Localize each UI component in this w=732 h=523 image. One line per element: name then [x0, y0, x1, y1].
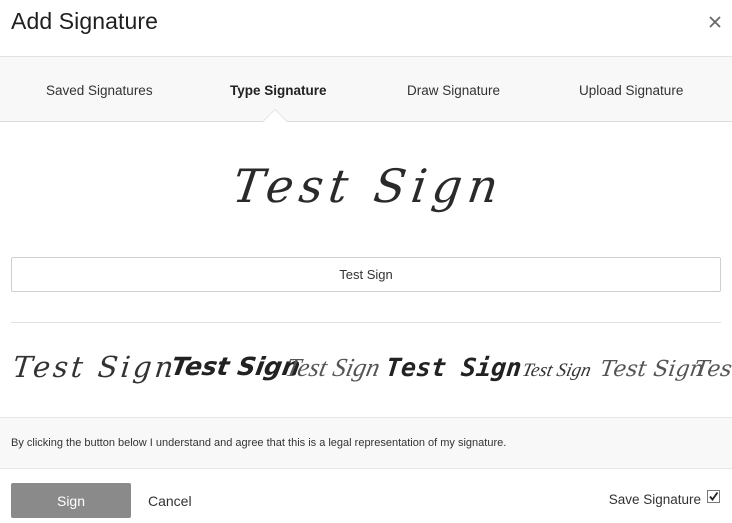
save-signature-label: Save Signature — [608, 492, 701, 507]
signature-text-field-wrap — [11, 257, 721, 292]
sign-button[interactable]: Sign — [11, 483, 131, 518]
style-option-3[interactable]: Test Sign — [283, 353, 383, 382]
tab-type-signature[interactable]: Type Signature — [230, 83, 327, 98]
signature-tabs: Saved Signatures Type Signature Draw Sig… — [0, 57, 732, 122]
save-signature-checkbox[interactable] — [707, 490, 720, 503]
checkmark-icon — [709, 491, 719, 501]
divider — [11, 322, 721, 323]
style-option-1[interactable]: Test Sign — [11, 350, 178, 384]
save-signature-option: Save Signature — [608, 490, 720, 507]
signature-text-input[interactable] — [12, 258, 720, 291]
style-option-2[interactable]: Test Sign — [169, 352, 303, 381]
cancel-button[interactable]: Cancel — [148, 493, 192, 509]
disclaimer-band: By clicking the button below I understan… — [0, 417, 732, 469]
style-option-7[interactable]: Tes — [693, 356, 732, 382]
close-icon[interactable] — [706, 13, 724, 31]
style-option-5[interactable]: Test Sign — [520, 360, 593, 381]
dialog-header: Add Signature — [0, 0, 732, 57]
style-option-4[interactable]: Test Sign — [385, 353, 523, 382]
tab-saved-signatures[interactable]: Saved Signatures — [46, 83, 153, 98]
style-option-6[interactable]: Test Sign — [599, 356, 706, 382]
dialog-title: Add Signature — [11, 8, 159, 34]
signature-style-options: Test Sign Test Sign Test Sign Test Sign … — [11, 350, 732, 384]
dialog-footer: Sign Cancel Save Signature — [0, 468, 732, 523]
tab-draw-signature[interactable]: Draw Signature — [407, 83, 500, 98]
tab-upload-signature[interactable]: Upload Signature — [579, 83, 683, 98]
add-signature-dialog: Add Signature Saved Signatures Type Sign… — [0, 0, 732, 523]
signature-preview-text: Test Sign — [230, 159, 508, 213]
active-tab-caret — [263, 110, 287, 122]
signature-preview: Test Sign — [230, 159, 508, 213]
legal-disclaimer: By clicking the button below I understan… — [11, 437, 507, 449]
